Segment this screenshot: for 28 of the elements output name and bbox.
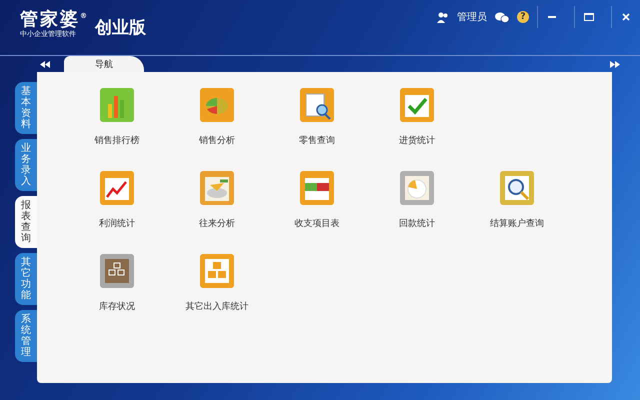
logo-text: 管家婆$^{®}$: [20, 8, 89, 30]
scroll-right-icon[interactable]: [610, 61, 620, 68]
edition-label: 创业版: [95, 17, 146, 39]
user-name[interactable]: 管理员: [457, 10, 487, 24]
chat-icon[interactable]: [495, 12, 509, 22]
report-label[interactable]: 其它出入库统计: [186, 300, 248, 313]
report-label[interactable]: 零售查询: [299, 134, 335, 147]
navigation-tab[interactable]: 导航: [64, 56, 144, 72]
user-icon[interactable]: [437, 12, 449, 22]
report-label[interactable]: 往来分析: [199, 217, 235, 230]
scroll-left-icon[interactable]: [40, 61, 50, 68]
side-tab[interactable]: 系统管理: [15, 310, 37, 362]
report-label[interactable]: 进货统计: [399, 134, 435, 147]
report-label[interactable]: 回款统计: [399, 217, 435, 230]
close-icon: [622, 13, 630, 21]
report-label[interactable]: 库存状况: [99, 300, 135, 313]
side-tab[interactable]: 报表查询: [15, 196, 37, 248]
report-label[interactable]: 销售分析: [199, 134, 235, 147]
report-label[interactable]: 销售排行榜: [94, 134, 140, 147]
report-label[interactable]: 结算账户查询: [490, 217, 544, 230]
side-tab[interactable]: 其它功能: [15, 253, 37, 305]
help-button[interactable]: ?: [517, 11, 529, 23]
side-tab[interactable]: 业务录入: [15, 139, 37, 191]
minimize-icon: [548, 16, 556, 18]
maximize-icon: [584, 13, 594, 21]
side-tab[interactable]: 基本资料: [15, 82, 37, 134]
report-label[interactable]: 利润统计: [99, 217, 135, 230]
report-label[interactable]: 收支项目表: [294, 217, 340, 230]
